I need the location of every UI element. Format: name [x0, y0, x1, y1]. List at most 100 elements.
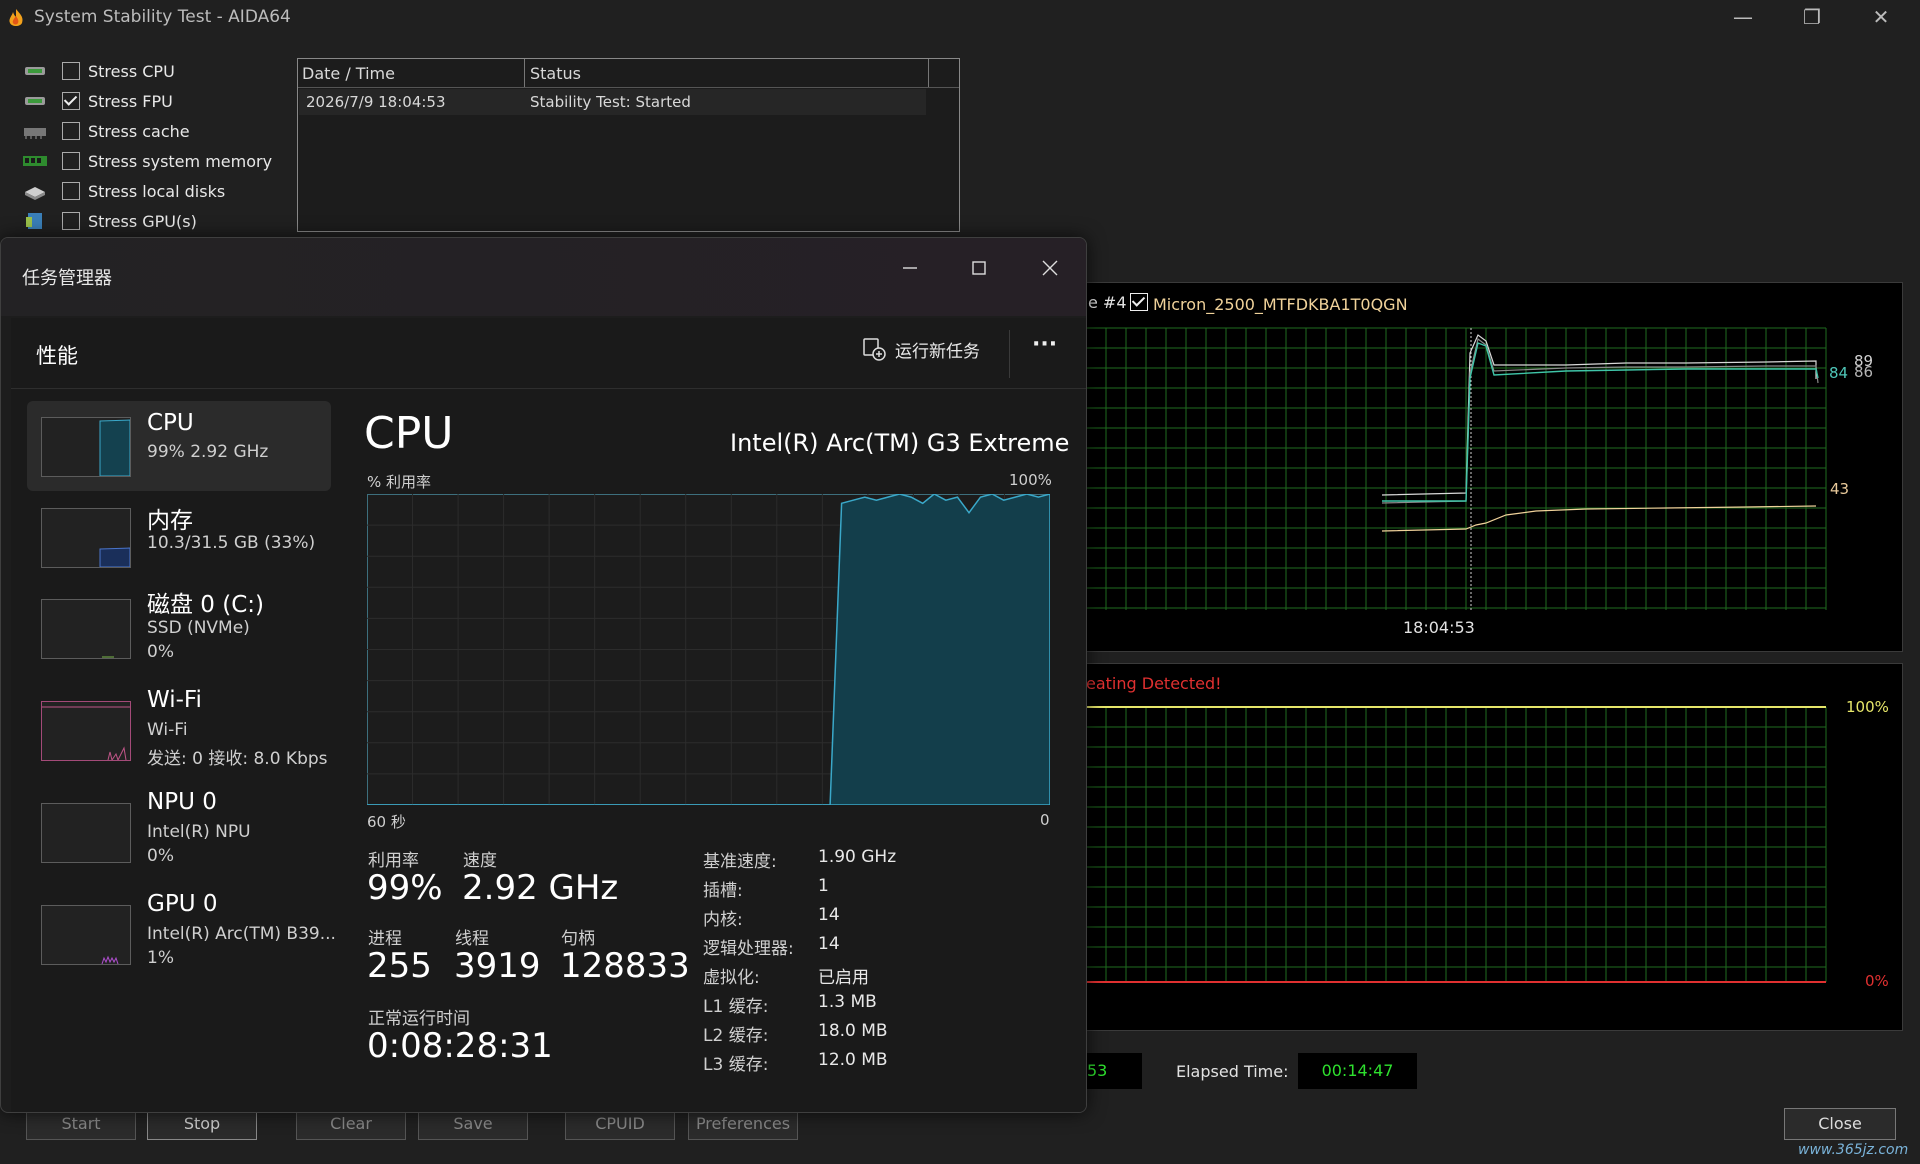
- task-manager-window: 任务管理器 性能 运行新任务 ··· CPU 99% 2.92 GHz 内存 1…: [0, 237, 1087, 1113]
- tm-title: 任务管理器: [22, 268, 112, 289]
- restore-button[interactable]: ❐: [1782, 0, 1842, 34]
- sidebar-item-gpu[interactable]: GPU 0 Intel(R) Arc(TM) B39... 1%: [27, 889, 336, 979]
- aida-flame-icon: [9, 9, 23, 26]
- wifi-thumbnail: [41, 701, 131, 761]
- minimize-button[interactable]: —: [1713, 0, 1773, 34]
- cache-icon: [24, 128, 46, 139]
- stress-cpu-label: Stress CPU: [88, 61, 175, 81]
- more-options-button[interactable]: ···: [1032, 332, 1057, 357]
- sidebar-sub: Wi-Fi: [147, 720, 188, 740]
- spec-value: 14: [818, 934, 840, 954]
- stress-memory-option[interactable]: Stress system memory: [22, 146, 272, 176]
- usage-plot: [1086, 706, 1827, 983]
- spec-value: 14: [818, 905, 840, 925]
- sidebar-item-cpu[interactable]: CPU 99% 2.92 GHz: [27, 401, 331, 491]
- stress-memory-label: Stress system memory: [88, 151, 273, 171]
- sidebar-item-wifi[interactable]: Wi-Fi Wi-Fi 发送: 0 接收: 8.0 Kbps: [27, 685, 331, 775]
- stress-fpu-option[interactable]: Stress FPU: [22, 86, 173, 116]
- stress-cpu-option[interactable]: Stress CPU: [22, 56, 175, 86]
- spec-value: 1.90 GHz: [818, 847, 897, 867]
- status-log-table: Date / Time Status 2026/7/9 18:04:53 Sta…: [297, 58, 960, 232]
- datetime-column-header[interactable]: Date / Time: [302, 64, 395, 83]
- close-button[interactable]: Close: [1784, 1108, 1896, 1140]
- gpu-thumbnail: [41, 905, 131, 965]
- spec-value: 12.0 MB: [818, 1050, 888, 1070]
- watermark: www.365jz.com: [1798, 1142, 1909, 1158]
- close-window-button[interactable]: ✕: [1851, 0, 1911, 34]
- sidebar-sub: Intel(R) Arc(TM) B39...: [147, 924, 336, 944]
- sidebar-title: NPU 0: [147, 789, 217, 815]
- stress-disks-checkbox[interactable]: [62, 182, 80, 200]
- sidebar-sub2: 1%: [147, 948, 174, 968]
- sidebar-title: CPU: [147, 410, 194, 436]
- stress-disks-label: Stress local disks: [88, 181, 226, 201]
- sidebar-sub: SSD (NVMe): [147, 618, 250, 638]
- thread-stat-value: 3919: [454, 946, 541, 986]
- time-right-label: 0: [1040, 811, 1050, 829]
- sidebar-sub: Intel(R) NPU: [147, 822, 251, 842]
- sidebar-sub: 99% 2.92 GHz: [147, 442, 269, 462]
- temp-value-43: 43: [1830, 480, 1850, 498]
- spec-value: 18.0 MB: [818, 1021, 888, 1041]
- spec-value: 已启用: [818, 968, 869, 988]
- stress-fpu-label: Stress FPU: [88, 91, 173, 111]
- run-new-task-button[interactable]: 运行新任务: [861, 336, 980, 362]
- speed-stat-value: 2.92 GHz: [462, 868, 619, 908]
- cpu-utilization-chart: [367, 494, 1050, 805]
- stress-gpu-checkbox[interactable]: [62, 212, 80, 230]
- log-header: Date / Time Status: [298, 59, 959, 88]
- spec-key: L1 缓存:: [703, 997, 769, 1017]
- uptime-value: 0:08:28:31: [367, 1026, 553, 1066]
- spec-key: 虚拟化:: [703, 968, 760, 988]
- sidebar-sub2: 0%: [147, 642, 174, 662]
- cpu-chip-icon: [25, 67, 45, 75]
- tm-title-bar: 任务管理器: [1, 238, 1086, 316]
- stress-gpu-label: Stress GPU(s): [88, 211, 197, 231]
- fpu-chip-icon: [25, 97, 45, 105]
- spec-value: 1: [818, 876, 829, 896]
- stress-cache-checkbox[interactable]: [62, 122, 80, 140]
- temperature-plot: [1086, 327, 1827, 610]
- sidebar-title: 磁盘 0 (C:): [147, 592, 265, 618]
- sidebar-sub: 10.3/31.5 GB (33%): [147, 533, 316, 553]
- sidebar-item-npu[interactable]: NPU 0 Intel(R) NPU 0%: [27, 787, 331, 877]
- sidebar-item-memory[interactable]: 内存 10.3/31.5 GB (33%): [27, 492, 331, 582]
- sidebar-item-disk[interactable]: 磁盘 0 (C:) SSD (NVMe) 0%: [27, 583, 331, 673]
- stress-gpu-option[interactable]: Stress GPU(s): [22, 206, 197, 236]
- stress-memory-checkbox[interactable]: [62, 152, 80, 170]
- log-datetime: 2026/7/9 18:04:53: [306, 93, 446, 111]
- tm-minimize-button[interactable]: [895, 253, 925, 283]
- window-title: System Stability Test - AIDA64: [34, 7, 291, 27]
- temp-series-line: [1381, 334, 1817, 496]
- start-time-box: 53: [1085, 1053, 1142, 1089]
- util-stat-value: 99%: [367, 868, 443, 908]
- disk-thumbnail: [41, 599, 131, 659]
- sidebar-title: GPU 0: [147, 891, 218, 917]
- stress-fpu-checkbox[interactable]: [62, 92, 80, 110]
- cpu-thumbnail: [41, 417, 131, 477]
- temp-time-label: 18:04:53: [1403, 618, 1475, 637]
- disk-temp-line: [1381, 505, 1817, 532]
- log-row[interactable]: 2026/7/9 18:04:53 Stability Test: Starte…: [299, 89, 926, 115]
- stress-cache-label: Stress cache: [88, 121, 190, 141]
- spec-key: 插槽:: [703, 881, 743, 901]
- status-column-header[interactable]: Status: [530, 64, 581, 83]
- cpu-usage-graph: eating Detected! 100% 0%: [1085, 663, 1903, 1031]
- tm-close-button[interactable]: [1035, 253, 1065, 283]
- disk-icon: [25, 187, 45, 200]
- proc-stat-value: 255: [367, 946, 432, 986]
- tm-maximize-button[interactable]: [964, 253, 994, 283]
- elapsed-time-value: 00:14:47: [1298, 1053, 1417, 1089]
- spec-key: 逻辑处理器:: [703, 939, 794, 959]
- sidebar-title: Wi-Fi: [147, 687, 202, 713]
- stress-cache-option[interactable]: Stress cache: [22, 116, 190, 146]
- time-left-label: 60 秒: [367, 813, 406, 831]
- util-axis-label: % 利用率: [367, 473, 432, 491]
- aida-title-bar: System Stability Test - AIDA64 — ❐ ✕: [0, 0, 1920, 36]
- handle-stat-value: 128833: [560, 946, 690, 986]
- stress-disks-option[interactable]: Stress local disks: [22, 176, 225, 206]
- spec-key: L2 缓存:: [703, 1026, 769, 1046]
- stress-cpu-checkbox[interactable]: [62, 62, 80, 80]
- elapsed-time-label: Elapsed Time:: [1176, 1062, 1289, 1081]
- usage-top-label: 100%: [1846, 698, 1889, 716]
